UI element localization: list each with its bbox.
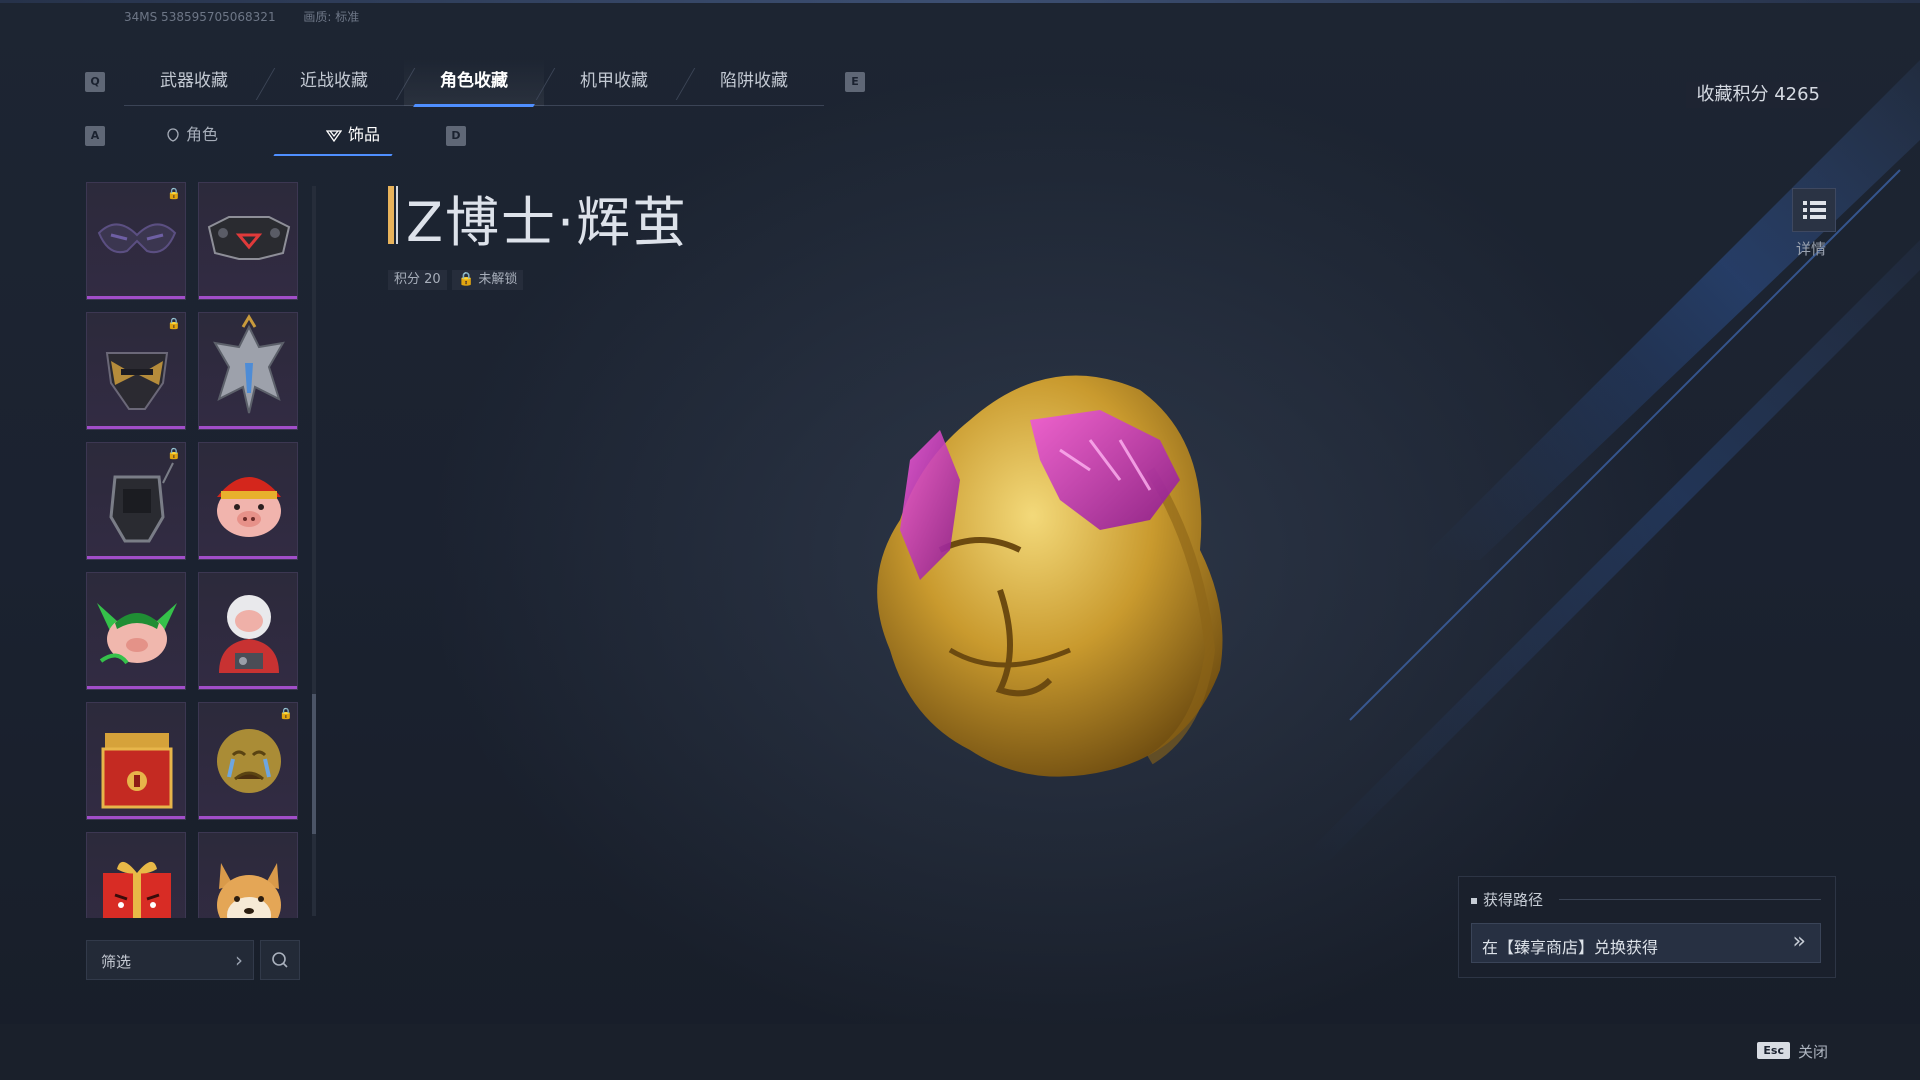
crying-emoji-icon — [217, 729, 281, 793]
lock-icon: 🔒 — [167, 317, 181, 330]
pig-astronaut-icon — [219, 595, 279, 673]
search-icon — [272, 952, 288, 968]
tech-mask-icon — [207, 216, 291, 260]
search-button[interactable] — [260, 940, 300, 980]
acquisition-text: 在【臻享商店】兑换获得 — [1482, 938, 1659, 957]
rarity-bar — [87, 556, 185, 559]
filter-button[interactable]: 筛选 › — [86, 940, 254, 980]
key-hint-e[interactable]: E — [845, 72, 865, 92]
red-treasure-chest-icon — [101, 733, 173, 809]
tab-melee[interactable]: 近战收藏 — [264, 58, 416, 106]
angry-gift-box-icon — [103, 861, 171, 918]
tab-mechs-label: 机甲收藏 — [580, 71, 648, 91]
item-pig-astronaut[interactable] — [198, 572, 298, 690]
sub-tabs: 角色 饰品 — [124, 116, 424, 156]
session-info: 34MS 538595705068321 画质: 标准 — [124, 8, 383, 25]
item-crying-emoji[interactable]: 🔒 — [198, 702, 298, 820]
gold-helmet-icon — [105, 352, 169, 410]
footer-bar: Esc 关闭 — [0, 1024, 1920, 1080]
lock-small-icon: 🔒 — [458, 272, 475, 287]
tab-characters-label: 角色收藏 — [440, 71, 508, 91]
title-accent-bar-light — [396, 186, 398, 244]
quality-label: 画质: 标准 — [303, 10, 360, 24]
tab-characters[interactable]: 角色收藏 — [404, 58, 556, 106]
item-title: Z博士·辉茧 — [406, 191, 689, 254]
tab-traps[interactable]: 陷阱收藏 — [684, 58, 824, 106]
dark-mask-icon — [97, 223, 177, 254]
acquisition-heading: 获得路径 — [1471, 889, 1543, 910]
rarity-bar — [87, 816, 185, 819]
rarity-bar — [87, 686, 185, 689]
item-shiba-dog[interactable] — [198, 832, 298, 918]
tab-melee-label: 近战收藏 — [300, 71, 368, 91]
lock-icon: 🔒 — [279, 707, 293, 720]
rarity-bar — [87, 296, 185, 299]
item-angry-gift-box[interactable] — [86, 832, 186, 918]
item-grid: 🔒 🔒 🔒 🔒 — [86, 182, 298, 918]
lock-icon: 🔒 — [167, 447, 181, 460]
esc-key-hint[interactable]: Esc — [1757, 1042, 1790, 1059]
rarity-bar — [87, 426, 185, 429]
collection-tabs: 武器收藏 近战收藏 角色收藏 机甲收藏 陷阱收藏 — [124, 58, 824, 106]
accessory-icon — [325, 130, 343, 143]
head-outline-icon — [167, 128, 179, 142]
tab-mechs[interactable]: 机甲收藏 — [544, 58, 696, 106]
details-button[interactable] — [1792, 188, 1836, 232]
subtab-character-label: 角色 — [186, 125, 219, 144]
collection-score: 收藏积分 4265 — [1686, 82, 1830, 108]
pig-red-hat-icon — [217, 477, 281, 537]
acquisition-panel: 获得路径 在【臻享商店】兑换获得 » — [1458, 876, 1836, 978]
tab-weapons[interactable]: 武器收藏 — [124, 58, 276, 106]
top-accent-line — [0, 0, 1920, 3]
list-icon — [1803, 201, 1826, 219]
key-hint-a[interactable]: A — [85, 126, 105, 146]
status-text: 未解锁 — [478, 272, 518, 287]
subtab-character[interactable]: 角色 — [166, 116, 218, 154]
tab-traps-label: 陷阱收藏 — [720, 71, 788, 91]
subtab-underline — [273, 154, 393, 156]
details-label: 详情 — [1796, 240, 1827, 258]
close-button[interactable]: 关闭 — [1798, 1041, 1828, 1062]
points-badge: 积分 20 — [388, 270, 447, 290]
item-silver-mech[interactable] — [198, 312, 298, 430]
rarity-bar — [199, 686, 297, 689]
subtab-accessory-label: 饰品 — [348, 125, 381, 144]
item-pig-red-hat[interactable] — [198, 442, 298, 560]
key-hint-q[interactable]: Q — [85, 72, 105, 92]
double-chevron-right-icon: » — [1792, 929, 1806, 954]
item-tech-mask[interactable] — [198, 182, 298, 300]
heading-divider — [1559, 899, 1821, 900]
chevron-right-icon: › — [235, 948, 243, 972]
scrollbar-thumb[interactable] — [312, 694, 316, 834]
item-red-treasure-chest[interactable] — [86, 702, 186, 820]
silver-mech-icon — [213, 314, 285, 414]
acquisition-link[interactable]: 在【臻享商店】兑换获得 » — [1471, 923, 1821, 963]
rarity-bar — [199, 816, 297, 819]
grid-scrollbar[interactable] — [312, 186, 316, 916]
golden-head-model — [877, 375, 1223, 777]
rarity-bar — [199, 296, 297, 299]
key-hint-d[interactable]: D — [446, 126, 466, 146]
rarity-bar — [199, 426, 297, 429]
tab-weapons-label: 武器收藏 — [160, 71, 228, 91]
item-dark-mask[interactable]: 🔒 — [86, 182, 186, 300]
item-gray-helmet[interactable]: 🔒 — [86, 442, 186, 560]
subtab-accessory[interactable]: 饰品 — [325, 116, 381, 154]
filter-label: 筛选 — [101, 953, 132, 971]
lock-icon: 🔒 — [167, 187, 181, 200]
title-accent-bar — [388, 186, 394, 244]
gray-helmet-icon — [109, 462, 174, 543]
rarity-bar — [199, 556, 297, 559]
session-id: 34MS 538595705068321 — [124, 10, 276, 24]
item-gold-helmet[interactable]: 🔒 — [86, 312, 186, 430]
shiba-dog-icon — [217, 863, 281, 918]
item-pig-green-horns[interactable] — [86, 572, 186, 690]
status-badge: 🔒 未解锁 — [452, 270, 524, 290]
pig-green-horns-icon — [97, 603, 177, 665]
